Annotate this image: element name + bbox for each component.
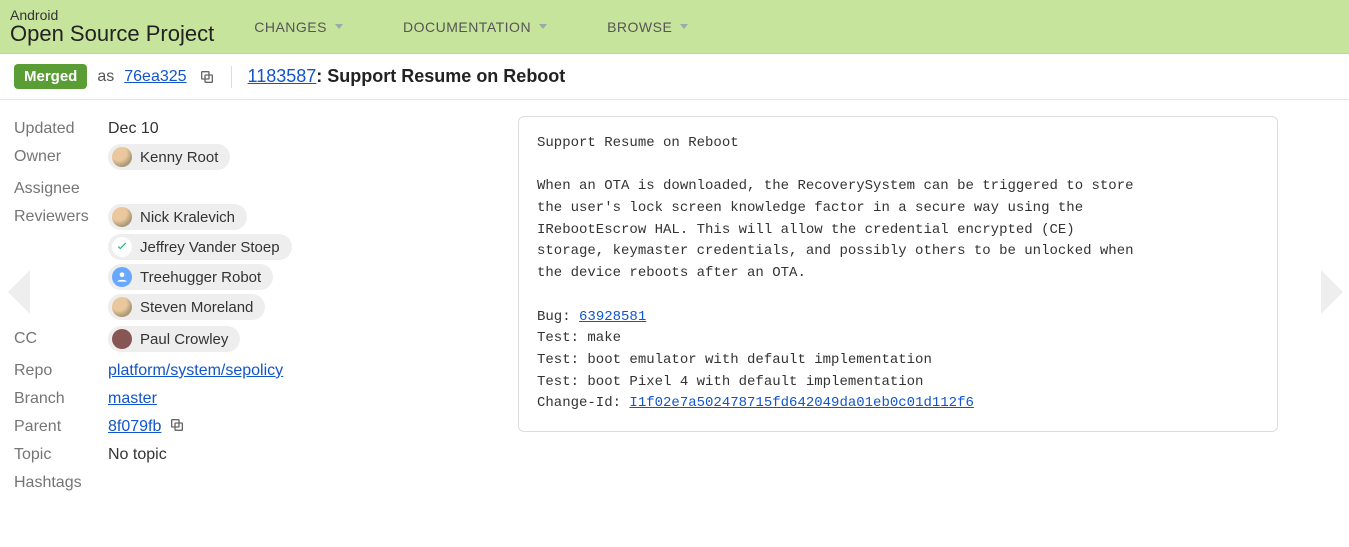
nav-label: DOCUMENTATION bbox=[403, 19, 531, 35]
sub-header: Merged as 76ea325 1183587: Support Resum… bbox=[0, 54, 1349, 100]
meta-owner: Owner Kenny Root bbox=[14, 144, 490, 170]
chevron-down-icon bbox=[680, 24, 688, 29]
meta-parent: Parent 8f079fb bbox=[14, 414, 490, 436]
nav-label: CHANGES bbox=[254, 19, 327, 35]
msg-tests: Test: make Test: boot emulator with defa… bbox=[537, 330, 932, 389]
bug-label: Bug: bbox=[537, 309, 579, 325]
msg-body: When an OTA is downloaded, the RecoveryS… bbox=[537, 178, 1134, 281]
next-change-arrow[interactable] bbox=[1321, 270, 1343, 314]
reviewer-chip[interactable]: Steven Moreland bbox=[108, 294, 265, 320]
avatar bbox=[112, 329, 132, 349]
divider bbox=[231, 66, 232, 88]
meta-label: CC bbox=[14, 326, 108, 348]
meta-label: Parent bbox=[14, 414, 108, 436]
changeid-link[interactable]: I1f02e7a502478715fd642049da01eb0c01d112f… bbox=[629, 395, 973, 411]
owner-chip[interactable]: Kenny Root bbox=[108, 144, 230, 170]
bug-link[interactable]: 63928581 bbox=[579, 309, 646, 325]
status-badge: Merged bbox=[14, 64, 87, 89]
cc-name: Paul Crowley bbox=[140, 331, 228, 348]
reviewer-name: Treehugger Robot bbox=[140, 269, 261, 286]
meta-label: Updated bbox=[14, 116, 108, 138]
brand-bottom: Open Source Project bbox=[10, 22, 214, 45]
reviewer-name: Steven Moreland bbox=[140, 299, 253, 316]
reviewer-chip[interactable]: Treehugger Robot bbox=[108, 264, 273, 290]
copy-icon[interactable] bbox=[169, 417, 185, 433]
meta-cc: CC Paul Crowley bbox=[14, 326, 490, 352]
meta-label: Owner bbox=[14, 144, 108, 166]
avatar bbox=[112, 267, 132, 287]
metadata-column: Updated Dec 10 Owner Kenny Root Assignee… bbox=[10, 116, 490, 498]
meta-updated: Updated Dec 10 bbox=[14, 116, 490, 138]
top-header: Android Open Source Project CHANGES DOCU… bbox=[0, 0, 1349, 54]
meta-label: Topic bbox=[14, 442, 108, 464]
owner-name: Kenny Root bbox=[140, 149, 218, 166]
topic-value: No topic bbox=[108, 442, 167, 464]
commit-short-link[interactable]: 76ea325 bbox=[124, 68, 186, 86]
nav-label: BROWSE bbox=[607, 19, 672, 35]
msg-title: Support Resume on Reboot bbox=[537, 135, 739, 151]
nav-changes[interactable]: CHANGES bbox=[254, 19, 343, 35]
brand-logo[interactable]: Android Open Source Project bbox=[10, 8, 214, 46]
parent-link[interactable]: 8f079fb bbox=[108, 418, 161, 435]
branch-link[interactable]: master bbox=[108, 390, 157, 407]
repo-link[interactable]: platform/system/sepolicy bbox=[108, 362, 283, 379]
chevron-down-icon bbox=[335, 24, 343, 29]
as-text: as bbox=[97, 68, 114, 86]
meta-label: Assignee bbox=[14, 176, 108, 198]
avatar bbox=[112, 147, 132, 167]
avatar bbox=[112, 207, 132, 227]
reviewer-name: Nick Kralevich bbox=[140, 209, 235, 226]
prev-change-arrow[interactable] bbox=[8, 270, 30, 314]
change-number-link[interactable]: 1183587 bbox=[248, 66, 317, 86]
meta-topic: Topic No topic bbox=[14, 442, 490, 464]
meta-reviewers: Reviewers Nick Kralevich Jeffrey Vander … bbox=[14, 204, 490, 320]
reviewer-chip[interactable]: Jeffrey Vander Stoep bbox=[108, 234, 292, 260]
meta-label: Repo bbox=[14, 358, 108, 380]
top-nav: CHANGES DOCUMENTATION BROWSE bbox=[254, 19, 688, 35]
copy-icon[interactable] bbox=[199, 69, 215, 85]
meta-label: Reviewers bbox=[14, 204, 108, 226]
commit-message-box: Support Resume on Reboot When an OTA is … bbox=[518, 116, 1278, 432]
reviewer-chip[interactable]: Nick Kralevich bbox=[108, 204, 247, 230]
meta-assignee: Assignee bbox=[14, 176, 490, 198]
nav-documentation[interactable]: DOCUMENTATION bbox=[403, 19, 547, 35]
meta-repo: Repo platform/system/sepolicy bbox=[14, 358, 490, 380]
avatar bbox=[112, 297, 132, 317]
cc-chip[interactable]: Paul Crowley bbox=[108, 326, 240, 352]
nav-browse[interactable]: BROWSE bbox=[607, 19, 688, 35]
brand-top: Android bbox=[10, 8, 214, 23]
updated-value: Dec 10 bbox=[108, 116, 159, 138]
changeid-label: Change-Id: bbox=[537, 395, 629, 411]
reviewer-name: Jeffrey Vander Stoep bbox=[140, 239, 280, 256]
chevron-down-icon bbox=[539, 24, 547, 29]
meta-branch: Branch master bbox=[14, 386, 490, 408]
page-body: Updated Dec 10 Owner Kenny Root Assignee… bbox=[0, 100, 1349, 518]
change-title-text: Support Resume on Reboot bbox=[327, 66, 565, 86]
avatar bbox=[112, 237, 132, 257]
meta-hashtags: Hashtags bbox=[14, 470, 490, 492]
meta-label: Hashtags bbox=[14, 470, 108, 492]
change-title: 1183587: Support Resume on Reboot bbox=[248, 66, 566, 87]
meta-label: Branch bbox=[14, 386, 108, 408]
